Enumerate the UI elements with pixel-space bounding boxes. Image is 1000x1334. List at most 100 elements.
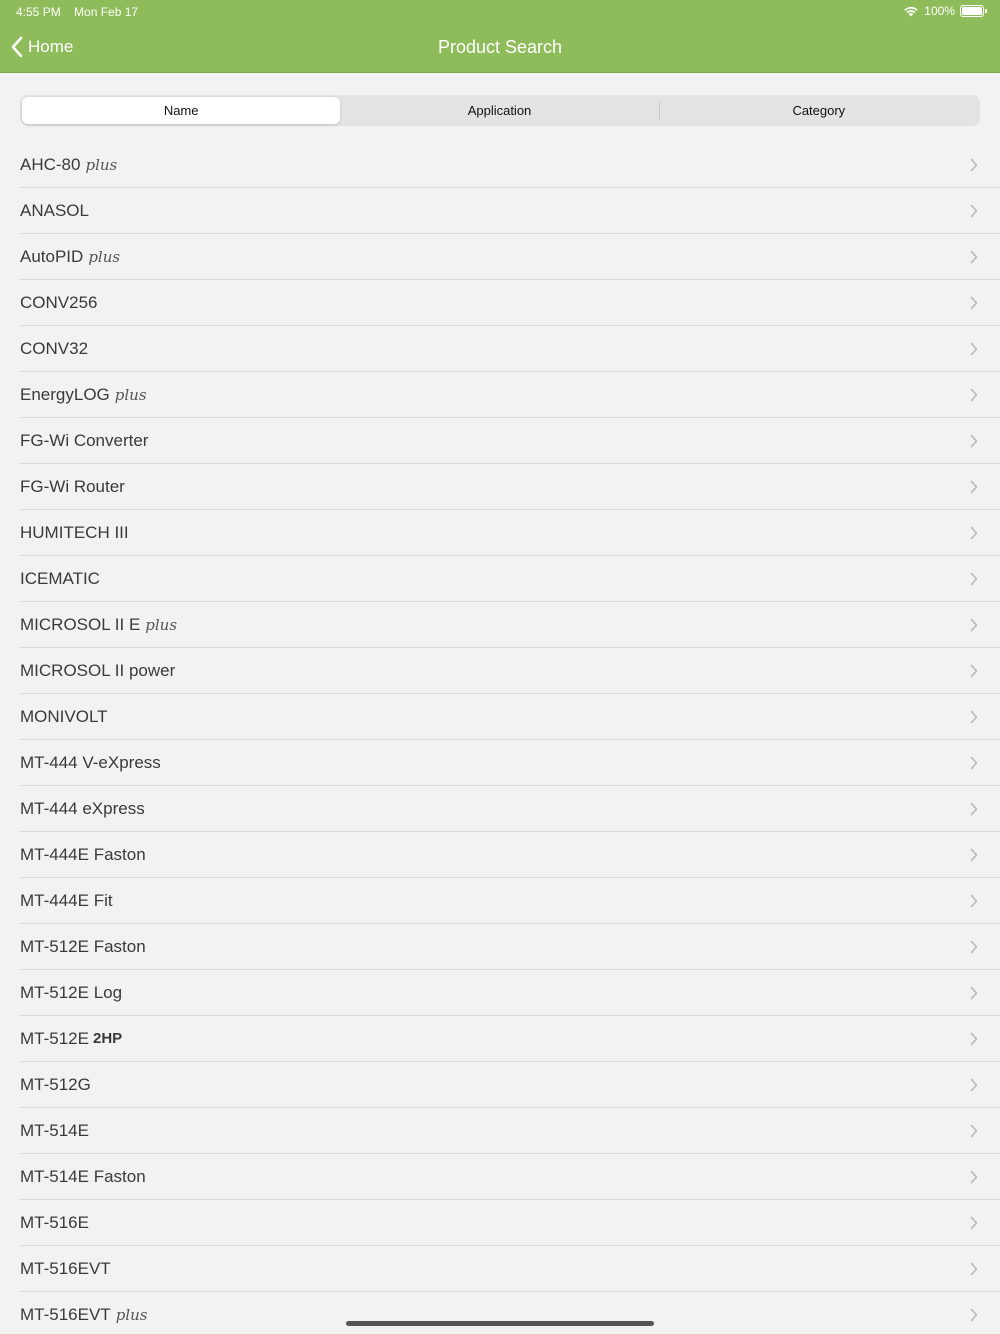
product-suffix: plus (145, 615, 178, 634)
product-list: AHC-80 plus ANASOL AutoPID plus CONV256 CONV32… (0, 142, 1000, 1334)
product-name: CONV32 (20, 338, 89, 358)
product-name: FG-Wi Converter (20, 430, 149, 450)
status-bar: 4:55 PM Mon Feb 17 100% (0, 0, 1000, 24)
list-item[interactable]: EnergyLOG plus (20, 372, 1000, 418)
navigation-bar: Home Product Search (0, 24, 1000, 73)
list-item[interactable]: MT-512G (20, 1062, 1000, 1108)
product-suffix: plus (114, 385, 147, 404)
list-item[interactable]: CONV256 (20, 280, 1000, 326)
product-name: MT-516EVT (20, 1258, 111, 1278)
segment-category[interactable]: Category (660, 97, 978, 124)
product-name: MT-512E Faston (20, 936, 146, 956)
status-time: 4:55 PM (16, 5, 61, 19)
status-date: Mon Feb 17 (74, 5, 139, 19)
chevron-right-icon (970, 894, 978, 908)
list-item[interactable]: MT-444 V-eXpress (20, 740, 1000, 786)
product-name: MICROSOL II power (20, 660, 176, 680)
list-item[interactable]: AutoPID plus (20, 234, 1000, 280)
chevron-right-icon (970, 296, 978, 310)
product-name: CONV256 (20, 292, 98, 312)
chevron-right-icon (970, 158, 978, 172)
chevron-right-icon (970, 1170, 978, 1184)
product-suffix: 2HP (92, 1030, 123, 1047)
battery-icon (960, 5, 987, 17)
page-title: Product Search (437, 37, 563, 57)
list-item[interactable]: FG-Wi Converter (20, 418, 1000, 464)
product-name: MT-512E Log (20, 982, 123, 1002)
chevron-right-icon (970, 204, 978, 218)
chevron-right-icon (970, 618, 978, 632)
chevron-right-icon (970, 1032, 978, 1046)
product-name: MT-444E Faston (20, 844, 146, 864)
list-item[interactable]: MT-512E Faston (20, 924, 1000, 970)
list-item[interactable]: MT-516E (20, 1200, 1000, 1246)
product-name: MT-444 eXpress (20, 798, 145, 818)
list-item[interactable]: HUMITECH III (20, 510, 1000, 556)
product-name: MT-512G (20, 1074, 91, 1094)
chevron-right-icon (970, 1124, 978, 1138)
product-name: MT-512E (20, 1028, 89, 1048)
product-suffix: plus (88, 247, 121, 266)
chevron-right-icon (970, 848, 978, 862)
search-mode-segmented-control: Name Application Category (20, 95, 980, 126)
product-name: AHC-80 (20, 154, 81, 174)
product-name: HUMITECH III (20, 522, 129, 542)
status-left: 4:55 PM Mon Feb 17 (16, 5, 148, 19)
product-name: MT-516EVT (20, 1304, 111, 1324)
list-item[interactable]: MT-444E Fit (20, 878, 1000, 924)
chevron-right-icon (970, 802, 978, 816)
product-name: FG-Wi Router (20, 476, 125, 496)
segment-application[interactable]: Application (340, 97, 658, 124)
product-name: ANASOL (20, 200, 89, 220)
list-item[interactable]: MT-514E (20, 1108, 1000, 1154)
chevron-right-icon (970, 664, 978, 678)
segment-label: Category (792, 103, 846, 118)
list-item[interactable]: MT-516EVT plus (20, 1292, 1000, 1334)
list-item[interactable]: MT-512E Log (20, 970, 1000, 1016)
product-name: MT-514E (20, 1120, 89, 1140)
segment-label: Application (467, 103, 532, 118)
chevron-right-icon (970, 480, 978, 494)
status-right: 100% (903, 4, 987, 18)
chevron-right-icon (970, 250, 978, 264)
wifi-icon (904, 6, 919, 17)
list-item[interactable]: AHC-80 plus (20, 142, 1000, 188)
chevron-right-icon (970, 756, 978, 770)
product-name: ICEMATIC (20, 568, 100, 588)
chevron-right-icon (970, 940, 978, 954)
chevron-right-icon (970, 342, 978, 356)
segment-name[interactable]: Name (22, 97, 341, 124)
list-item[interactable]: FG-Wi Router (20, 464, 1000, 510)
chevron-right-icon (970, 986, 978, 1000)
chevron-right-icon (970, 572, 978, 586)
list-item[interactable]: MT-516EVT (20, 1246, 1000, 1292)
list-item[interactable]: MT-514E Faston (20, 1154, 1000, 1200)
segment-label: Name (163, 103, 199, 118)
chevron-right-icon (970, 1262, 978, 1276)
list-item[interactable]: MT-444 eXpress (20, 786, 1000, 832)
home-indicator (346, 1321, 654, 1326)
chevron-right-icon (970, 1078, 978, 1092)
product-name: MT-444E Fit (20, 890, 113, 910)
product-name: MONIVOLT (20, 706, 108, 726)
chevron-right-icon (970, 1216, 978, 1230)
product-suffix: plus (85, 155, 118, 174)
product-suffix: plus (115, 1305, 148, 1324)
product-name: MT-514E Faston (20, 1166, 146, 1186)
product-name: MICROSOL II E (20, 614, 141, 634)
battery-level (962, 7, 982, 15)
list-item[interactable]: MT-444E Faston (20, 832, 1000, 878)
list-item[interactable]: ANASOL (20, 188, 1000, 234)
product-name: AutoPID (20, 246, 84, 266)
list-item[interactable]: CONV32 (20, 326, 1000, 372)
product-name: MT-444 V-eXpress (20, 752, 161, 772)
list-item[interactable]: MICROSOL II power (20, 648, 1000, 694)
chevron-right-icon (970, 526, 978, 540)
list-item[interactable]: ICEMATIC (20, 556, 1000, 602)
list-item[interactable]: MONIVOLT (20, 694, 1000, 740)
list-item[interactable]: MICROSOL II Eplus (20, 602, 1000, 648)
product-name: MT-516E (20, 1212, 89, 1232)
chevron-right-icon (970, 434, 978, 448)
product-name: EnergyLOG (20, 384, 110, 404)
list-item[interactable]: MT-512E 2HP (20, 1016, 1000, 1062)
